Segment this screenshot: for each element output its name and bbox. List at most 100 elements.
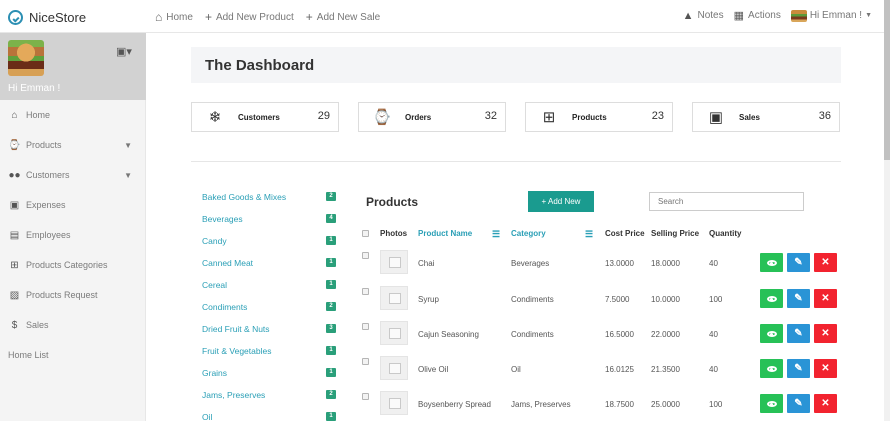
view-button[interactable] (760, 324, 783, 343)
list-item[interactable]: Canned Meat 1 (202, 256, 336, 278)
select-all-checkbox[interactable] (362, 230, 369, 237)
list-item[interactable]: Candy 1 (202, 234, 336, 256)
table-header: Photos Product Name ☰ Category ☰ Cost Pr… (360, 229, 850, 243)
quantity: 40 (709, 259, 718, 268)
list-item[interactable]: Baked Goods & Mixes 2 (202, 190, 336, 212)
category-name: Canned Meat (202, 258, 254, 268)
sidebar-item-products[interactable]: ⌚ Products ▼ (0, 130, 145, 160)
pencil-icon: ✎ (794, 398, 803, 409)
row-checkbox[interactable] (362, 358, 369, 365)
list-item[interactable]: Beverages 4 (202, 212, 336, 234)
view-button[interactable] (760, 253, 783, 272)
sidebar-item-sales[interactable]: $ Sales (0, 310, 145, 340)
id-card-icon: ▤ (9, 229, 20, 241)
sort-icon[interactable]: ☰ (492, 229, 500, 240)
sidebar-item-home-list[interactable]: Home List (0, 340, 145, 370)
quantity: 100 (709, 400, 723, 409)
row-checkbox[interactable] (362, 288, 369, 295)
chevron-down-icon: ▼ (865, 12, 872, 19)
list-item[interactable]: Cereal 1 (202, 278, 336, 300)
id-card-icon[interactable]: ▣▾ (116, 45, 132, 58)
product-category: Condiments (511, 330, 554, 339)
actions-link[interactable]: ▦ Actions (734, 9, 781, 22)
search-input[interactable] (649, 192, 804, 211)
table-row: Olive Oil Oil 16.0125 21.3500 40 ✎ ✕ (360, 356, 850, 388)
calendar-icon: ▦ (733, 10, 745, 22)
sidebar-item-home[interactable]: ⌂ Home (0, 100, 145, 130)
view-button[interactable] (760, 394, 783, 413)
sort-icon[interactable]: ☰ (585, 229, 593, 240)
edit-button[interactable]: ✎ (787, 253, 810, 272)
list-item[interactable]: Dried Fruit & Nuts 3 (202, 322, 336, 344)
count-badge: 4 (326, 214, 336, 223)
column-header-category[interactable]: Category (511, 229, 546, 238)
notes-link[interactable]: ▲ Notes (683, 10, 724, 22)
count-badge: 1 (326, 368, 336, 377)
product-name: Boysenberry Spread (418, 400, 491, 409)
close-icon: ✕ (821, 328, 830, 339)
selling-price: 18.0000 (651, 259, 680, 268)
row-checkbox[interactable] (362, 323, 369, 330)
scrollbar-thumb[interactable] (884, 0, 890, 160)
user-menu[interactable]: Hi Emman ! ▼ (790, 9, 872, 22)
add-new-button[interactable]: + Add New (528, 191, 594, 212)
view-button[interactable] (760, 359, 783, 378)
list-item[interactable]: Condiments 2 (202, 300, 336, 322)
list-item[interactable]: Fruit & Vegetables 1 (202, 344, 336, 366)
plus-icon: + (204, 10, 212, 24)
sidebar: ▣▾ Hi Emman ! ⌂ Home ⌚ Products ▼ ●● Cus… (0, 33, 146, 421)
product-name: Chai (418, 259, 435, 268)
delete-button[interactable]: ✕ (814, 324, 837, 343)
category-name: Dried Fruit & Nuts (202, 324, 270, 334)
users-icon: ●● (8, 169, 21, 181)
cost-price: 18.7500 (605, 400, 634, 409)
selling-price: 25.0000 (651, 400, 680, 409)
edit-button[interactable]: ✎ (787, 359, 810, 378)
brand-logo[interactable]: NiceStore (8, 8, 86, 26)
topnav-add-product[interactable]: + Add New Product (205, 10, 294, 24)
delete-button[interactable]: ✕ (814, 359, 837, 378)
product-category: Jams, Preserves (511, 400, 571, 409)
stat-card-sales[interactable]: ▣ Sales 36 (692, 102, 840, 132)
delete-button[interactable]: ✕ (814, 289, 837, 308)
row-checkbox[interactable] (362, 393, 369, 400)
count-badge: 1 (326, 346, 336, 355)
edit-button[interactable]: ✎ (787, 394, 810, 413)
table-row: Cajun Seasoning Condiments 16.5000 22.00… (360, 321, 850, 353)
topnav-home[interactable]: ⌂ Home (155, 10, 193, 24)
delete-button[interactable]: ✕ (814, 394, 837, 413)
eye-icon (766, 365, 777, 372)
topnav-add-product-label: Add New Product (215, 11, 294, 23)
sidebar-item-products-categories[interactable]: ⊞ Products Categories (0, 250, 145, 280)
sidebar-item-expenses[interactable]: ▣ Expenses (0, 190, 145, 220)
list-item[interactable]: Grains 1 (202, 366, 336, 388)
cost-price: 7.5000 (605, 295, 630, 304)
view-button[interactable] (760, 289, 783, 308)
sidebar-item-products-request[interactable]: ▨ Products Request (0, 280, 145, 310)
edit-button[interactable]: ✎ (787, 289, 810, 308)
row-checkbox[interactable] (362, 252, 369, 259)
dollar-icon: $ (11, 319, 18, 331)
sidebar-item-label: Customers (26, 170, 70, 180)
list-item[interactable]: Oil 1 (202, 410, 336, 432)
edit-button[interactable]: ✎ (787, 324, 810, 343)
count-badge: 2 (326, 302, 336, 311)
stat-label: Customers (238, 112, 280, 122)
sidebar-item-employees[interactable]: ▤ Employees (0, 220, 145, 250)
top-navbar: NiceStore ⌂ Home + Add New Product + Add… (0, 0, 890, 33)
stat-card-products[interactable]: ⊞ Products 23 (525, 102, 673, 132)
product-name: Syrup (418, 295, 439, 304)
caret-down-icon: ▼ (124, 140, 132, 150)
eye-icon (766, 295, 777, 302)
column-header-product-name[interactable]: Product Name (418, 229, 472, 238)
list-item[interactable]: Jams, Preserves 2 (202, 388, 336, 410)
sidebar-item-customers[interactable]: ●● Customers ▼ (0, 160, 145, 190)
topnav-add-sale[interactable]: + Add New Sale (306, 10, 380, 24)
category-name: Fruit & Vegetables (202, 346, 272, 356)
scrollbar[interactable] (884, 0, 890, 421)
stat-card-orders[interactable]: ⌚ Orders 32 (358, 102, 506, 132)
delete-button[interactable]: ✕ (814, 253, 837, 272)
plus-icon: + (305, 10, 313, 24)
stat-value: 23 (651, 110, 664, 122)
stat-card-customers[interactable]: ❄ Customers 29 (191, 102, 339, 132)
